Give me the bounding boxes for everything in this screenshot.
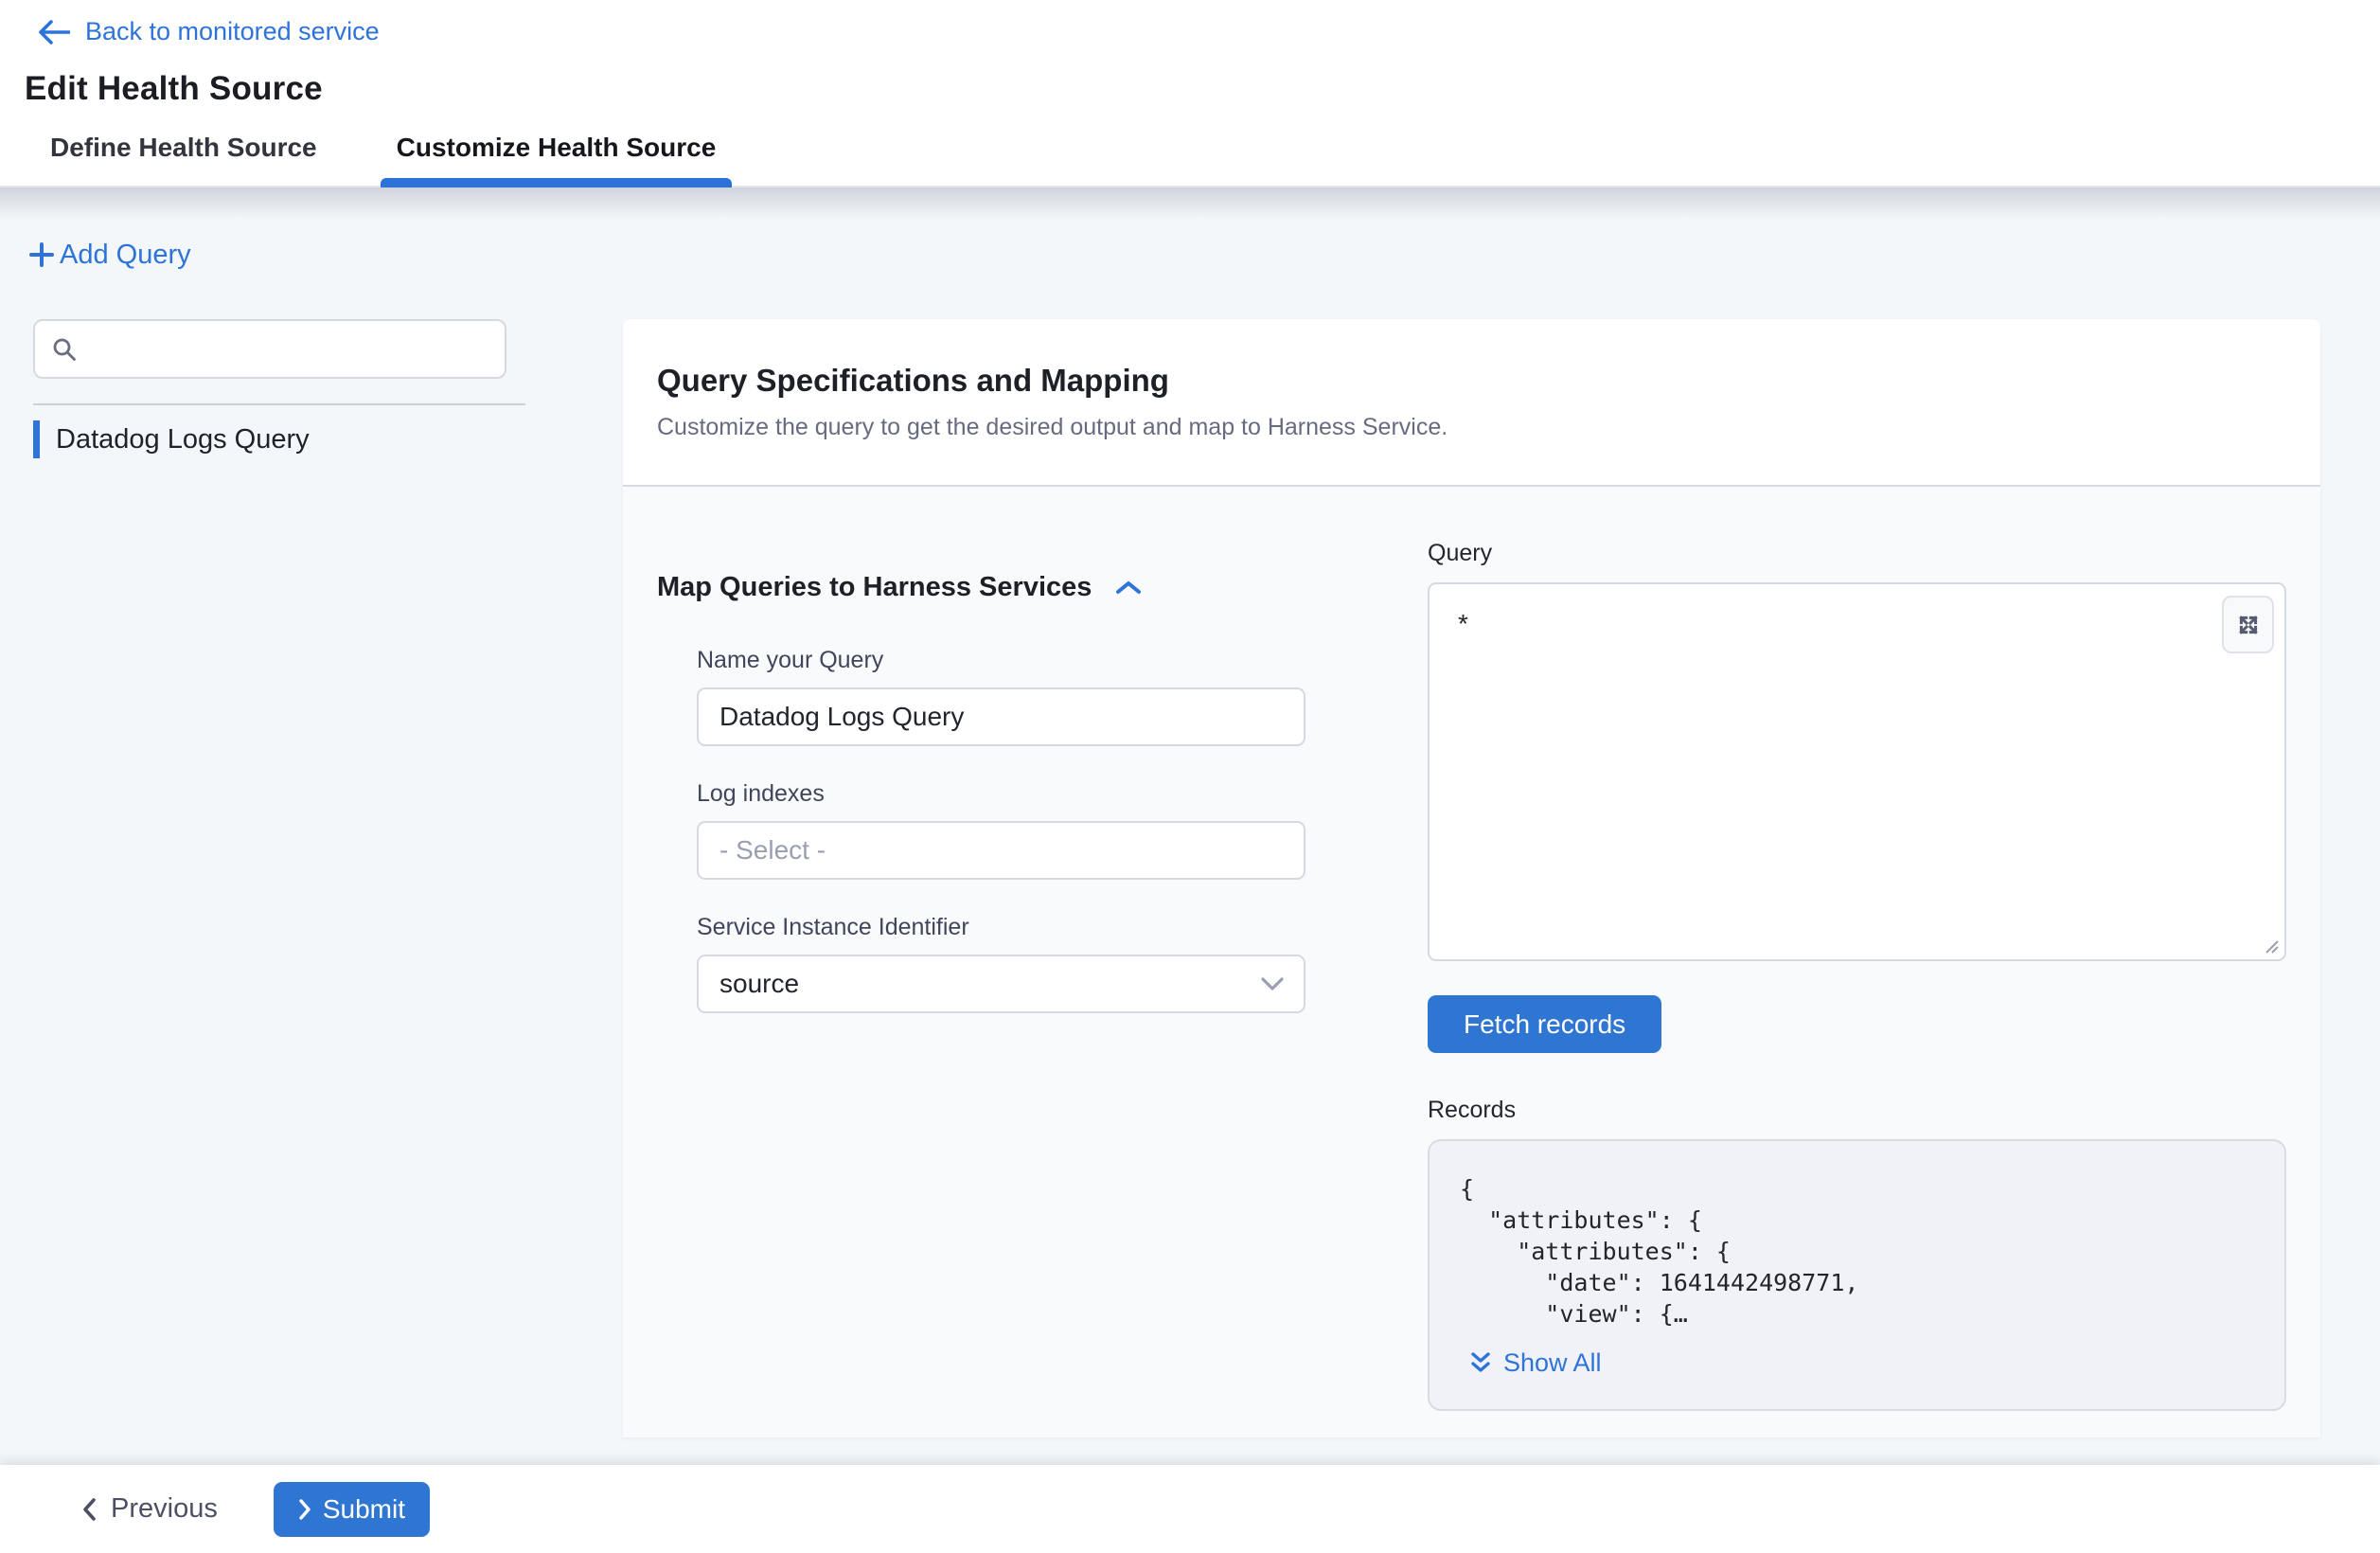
- query-label: Query: [1428, 540, 2286, 567]
- back-link[interactable]: Back to monitored service: [38, 17, 380, 46]
- search-icon: [50, 335, 79, 364]
- footer-bar: Previous Submit: [0, 1465, 2380, 1553]
- back-link-label: Back to monitored service: [85, 17, 380, 46]
- query-column: Query *: [1428, 487, 2286, 1411]
- panel-body: Map Queries to Harness Services Name you…: [623, 487, 2320, 1411]
- show-all-link[interactable]: Show All: [1469, 1348, 1602, 1378]
- chevron-left-icon: [81, 1497, 97, 1522]
- previous-button[interactable]: Previous: [81, 1493, 218, 1525]
- service-instance-identifier-value: source: [719, 969, 799, 999]
- sidebar-divider: [33, 403, 525, 405]
- previous-label: Previous: [111, 1493, 218, 1525]
- expand-button[interactable]: [2222, 596, 2274, 653]
- records-code: { "attributes": { "attributes": { "date"…: [1460, 1173, 2254, 1330]
- query-name-input[interactable]: [697, 687, 1305, 746]
- chevron-down-icon: [1260, 976, 1285, 991]
- query-spec-panel: Query Specifications and Mapping Customi…: [623, 319, 2320, 1437]
- add-query-button[interactable]: Add Query: [27, 240, 191, 271]
- page-title: Edit Health Source: [25, 70, 2380, 108]
- mapping-column: Map Queries to Harness Services Name you…: [657, 487, 1408, 1411]
- submit-label: Submit: [323, 1494, 405, 1525]
- tab-customize-health-source[interactable]: Customize Health Source: [397, 133, 717, 163]
- map-queries-section-toggle[interactable]: Map Queries to Harness Services: [657, 572, 1143, 603]
- sidebar-item-datadog-logs-query[interactable]: Datadog Logs Query: [33, 420, 525, 458]
- query-search: [33, 319, 506, 379]
- query-editor: *: [1428, 582, 2286, 961]
- map-queries-section-title: Map Queries to Harness Services: [657, 572, 1092, 603]
- records-box: { "attributes": { "attributes": { "date"…: [1428, 1139, 2286, 1411]
- service-instance-identifier-select[interactable]: source: [697, 955, 1305, 1013]
- log-indexes-select[interactable]: [697, 821, 1305, 880]
- panel-subtitle: Customize the query to get the desired o…: [657, 414, 2286, 441]
- resize-handle[interactable]: [2262, 937, 2281, 955]
- search-input[interactable]: [90, 333, 489, 365]
- back-arrow-icon: [38, 20, 70, 45]
- expand-icon: [2235, 612, 2262, 638]
- query-form: Name your Query Log indexes Service Inst…: [697, 647, 1305, 1013]
- query-sidebar: Datadog Logs Query: [33, 319, 525, 458]
- double-chevron-down-icon: [1469, 1350, 1492, 1377]
- submit-button[interactable]: Submit: [274, 1482, 430, 1537]
- page-header: Back to monitored service Edit Health So…: [0, 0, 2380, 108]
- fetch-records-button[interactable]: Fetch records: [1428, 995, 1661, 1053]
- chevron-up-icon: [1114, 579, 1143, 598]
- panel-header: Query Specifications and Mapping Customi…: [623, 319, 2320, 487]
- content-area: Add Query Datadog Logs Query Query Speci…: [0, 187, 2380, 1530]
- tab-define-health-source[interactable]: Define Health Source: [50, 133, 317, 163]
- query-textarea[interactable]: *: [1428, 582, 2286, 961]
- add-query-label: Add Query: [60, 240, 191, 271]
- name-query-label: Name your Query: [697, 647, 1305, 674]
- sidebar-item-label: Datadog Logs Query: [56, 424, 310, 455]
- show-all-label: Show All: [1503, 1348, 1602, 1378]
- chevron-right-icon: [298, 1498, 311, 1521]
- log-indexes-label: Log indexes: [697, 780, 1305, 808]
- records-label: Records: [1428, 1097, 2286, 1124]
- tab-bar: Define Health Source Customize Health So…: [0, 133, 2380, 187]
- service-instance-identifier-label: Service Instance Identifier: [697, 914, 1305, 941]
- panel-title: Query Specifications and Mapping: [657, 363, 2286, 399]
- selected-indicator: [33, 420, 40, 458]
- plus-icon: [27, 241, 56, 269]
